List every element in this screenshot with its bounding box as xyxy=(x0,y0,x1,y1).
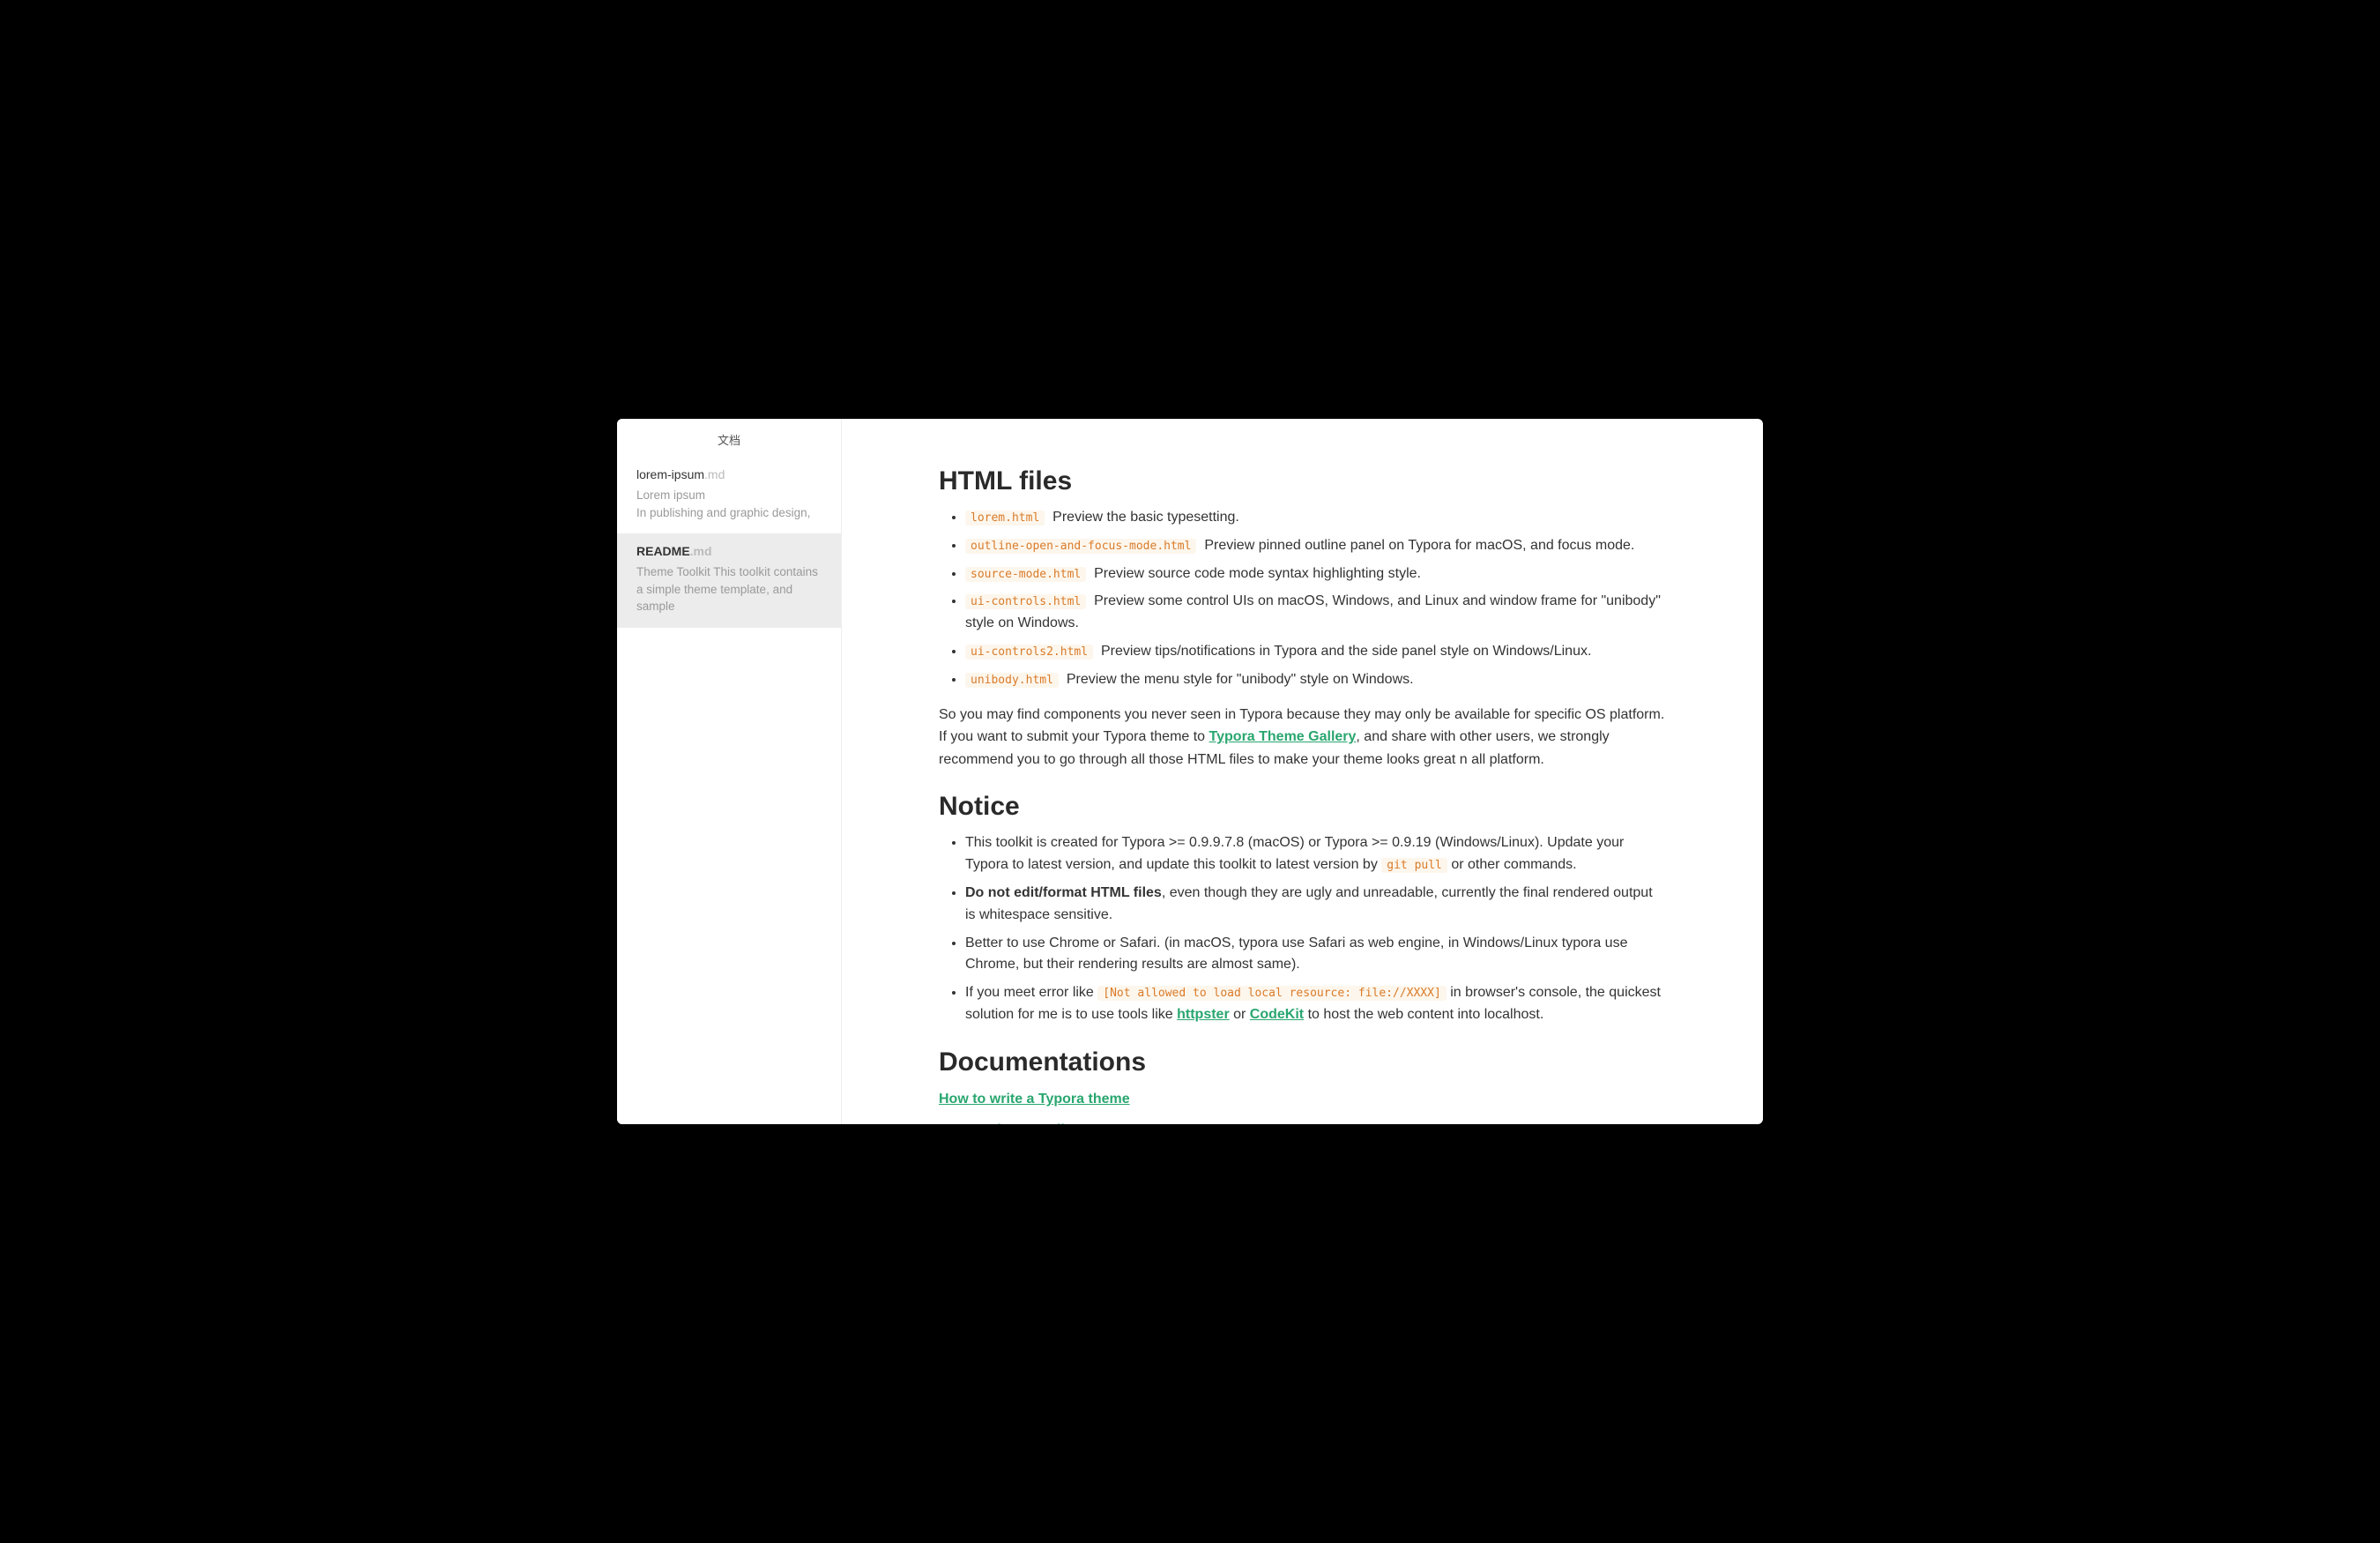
list-item: unibody.html Preview the menu style for … xyxy=(965,669,1666,691)
code-filename: unibody.html xyxy=(965,673,1059,688)
link-httpster[interactable]: httpster xyxy=(1177,1007,1230,1022)
list-item: source-mode.html Preview source code mod… xyxy=(965,563,1666,585)
file-name: lorem-ipsum xyxy=(636,467,704,481)
doc-links: How to write a Typora theme Typora Theme… xyxy=(939,1088,1666,1124)
list-text: Preview source code mode syntax highligh… xyxy=(1094,566,1421,581)
file-preview: Lorem ipsum In publishing and graphic de… xyxy=(636,487,822,521)
bold-text: Do not edit/format HTML files xyxy=(965,885,1162,900)
sidebar: 文档 lorem-ipsum.md Lorem ipsum In publish… xyxy=(617,419,842,1124)
code-filename: source-mode.html xyxy=(965,567,1086,582)
link-codekit[interactable]: CodeKit xyxy=(1250,1007,1304,1022)
file-title: lorem-ipsum.md xyxy=(636,467,822,481)
list-text: Preview tips/notifications in Typora and… xyxy=(1101,644,1591,659)
paragraph-submit: So you may find components you never see… xyxy=(939,704,1666,772)
heading-documentations: Documentations xyxy=(939,1047,1666,1077)
text: If you meet error like xyxy=(965,985,1097,1000)
doc-link[interactable]: Typora Theme Gallery xyxy=(939,1122,1086,1124)
list-text: Preview pinned outline panel on Typora f… xyxy=(1204,538,1634,553)
file-ext: .md xyxy=(690,544,712,558)
text: Better to use Chrome or Safari. (in macO… xyxy=(965,935,1627,973)
list-item: This toolkit is created for Typora >= 0.… xyxy=(965,832,1666,876)
heading-notice: Notice xyxy=(939,792,1666,822)
app-window: 文档 lorem-ipsum.md Lorem ipsum In publish… xyxy=(617,419,1763,1124)
list-item: If you meet error like [Not allowed to l… xyxy=(965,982,1666,1026)
notice-list: This toolkit is created for Typora >= 0.… xyxy=(939,832,1666,1025)
code-inline: git pull xyxy=(1381,858,1447,873)
list-item: Better to use Chrome or Safari. (in macO… xyxy=(965,933,1666,977)
doc-link[interactable]: How to write a Typora theme xyxy=(939,1092,1130,1107)
file-title: README.md xyxy=(636,544,822,558)
file-item-lorem[interactable]: lorem-ipsum.md Lorem ipsum In publishing… xyxy=(617,457,841,533)
editor-content[interactable]: HTML files lorem.html Preview the basic … xyxy=(842,419,1763,1124)
list-item: ui-controls2.html Preview tips/notificat… xyxy=(965,641,1666,663)
code-inline: [Not allowed to load local resource: fil… xyxy=(1097,986,1447,1001)
code-filename: lorem.html xyxy=(965,511,1045,526)
link-theme-gallery[interactable]: Typora Theme Gallery xyxy=(1209,729,1357,744)
file-ext: .md xyxy=(704,467,725,481)
list-item: ui-controls.html Preview some control UI… xyxy=(965,591,1666,635)
list-item: outline-open-and-focus-mode.html Preview… xyxy=(965,535,1666,557)
code-filename: ui-controls.html xyxy=(965,594,1086,609)
heading-html-files: HTML files xyxy=(939,466,1666,496)
text: or other commands. xyxy=(1447,857,1577,872)
list-item: lorem.html Preview the basic typesetting… xyxy=(965,507,1666,529)
list-text: Preview the basic typesetting. xyxy=(1052,510,1239,525)
text: to host the web content into localhost. xyxy=(1304,1007,1543,1022)
code-filename: ui-controls2.html xyxy=(965,645,1093,660)
file-preview: Theme Toolkit This toolkit contains a si… xyxy=(636,563,822,615)
sidebar-header: 文档 xyxy=(617,419,841,457)
html-files-list: lorem.html Preview the basic typesetting… xyxy=(939,507,1666,691)
file-item-readme[interactable]: README.md Theme Toolkit This toolkit con… xyxy=(617,533,841,628)
list-item: Do not edit/format HTML files, even thou… xyxy=(965,883,1666,927)
text: or xyxy=(1230,1007,1250,1022)
file-name: README xyxy=(636,544,690,558)
list-text: Preview the menu style for "unibody" sty… xyxy=(1067,672,1414,687)
code-filename: outline-open-and-focus-mode.html xyxy=(965,539,1196,554)
